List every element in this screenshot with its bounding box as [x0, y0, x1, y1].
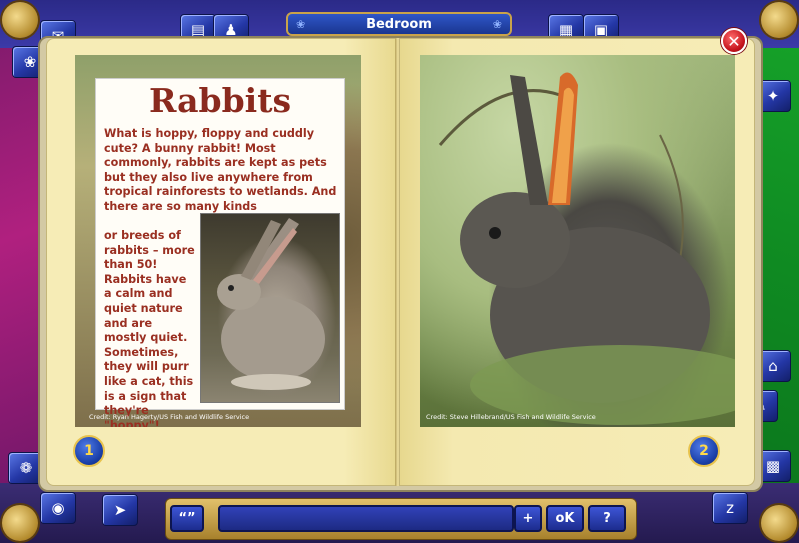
- plus-button[interactable]: +: [514, 505, 542, 532]
- nav-coin-icon[interactable]: ◉: [40, 492, 76, 524]
- jackrabbit-illustration: [438, 72, 735, 425]
- nav-pointer-icon[interactable]: ➤: [102, 494, 138, 526]
- right-page: Credit: Steve Hillebrand/US Fish and Wil…: [399, 38, 755, 486]
- page-number-button[interactable]: 2: [688, 435, 720, 467]
- help-button[interactable]: ?: [588, 505, 626, 532]
- rabbit-illustration: [217, 218, 325, 390]
- left-page-photo: Rabbits What is hoppy, floppy and cuddly…: [75, 55, 361, 427]
- page-heading: Rabbits: [148, 81, 292, 120]
- page-number-button[interactable]: 1: [73, 435, 105, 467]
- speak-button[interactable]: “”: [170, 505, 204, 532]
- corner-ornament: [761, 505, 797, 541]
- nav-sleep-icon[interactable]: z: [712, 492, 748, 524]
- body-text-side: or breeds of rabbits – more than 50! Rab…: [104, 229, 195, 427]
- photo-credit: Credit: Steve Hillebrand/US Fish and Wil…: [426, 413, 596, 421]
- right-page-photo: Credit: Steve Hillebrand/US Fish and Wil…: [420, 55, 735, 427]
- left-page: Rabbits What is hoppy, floppy and cuddly…: [46, 38, 397, 486]
- paw-icon: ❀: [296, 17, 306, 31]
- paw-icon: ❀: [492, 17, 502, 31]
- body-text-top: What is hoppy, floppy and cuddly cute? A…: [104, 127, 337, 213]
- ok-button[interactable]: oK: [546, 505, 584, 532]
- storybook: Rabbits What is hoppy, floppy and cuddly…: [38, 30, 763, 492]
- text-card: Rabbits What is hoppy, floppy and cuddly…: [95, 78, 345, 427]
- inset-rabbit-photo: [200, 213, 340, 403]
- close-button[interactable]: ✕: [721, 28, 747, 54]
- corner-ornament: [761, 2, 797, 38]
- text-input-field[interactable]: [218, 505, 514, 532]
- corner-ornament: [2, 2, 38, 38]
- corner-ornament: [2, 505, 38, 541]
- photo-credit: Credit: Ryan Hagerty/US Fish and Wildlif…: [89, 413, 250, 421]
